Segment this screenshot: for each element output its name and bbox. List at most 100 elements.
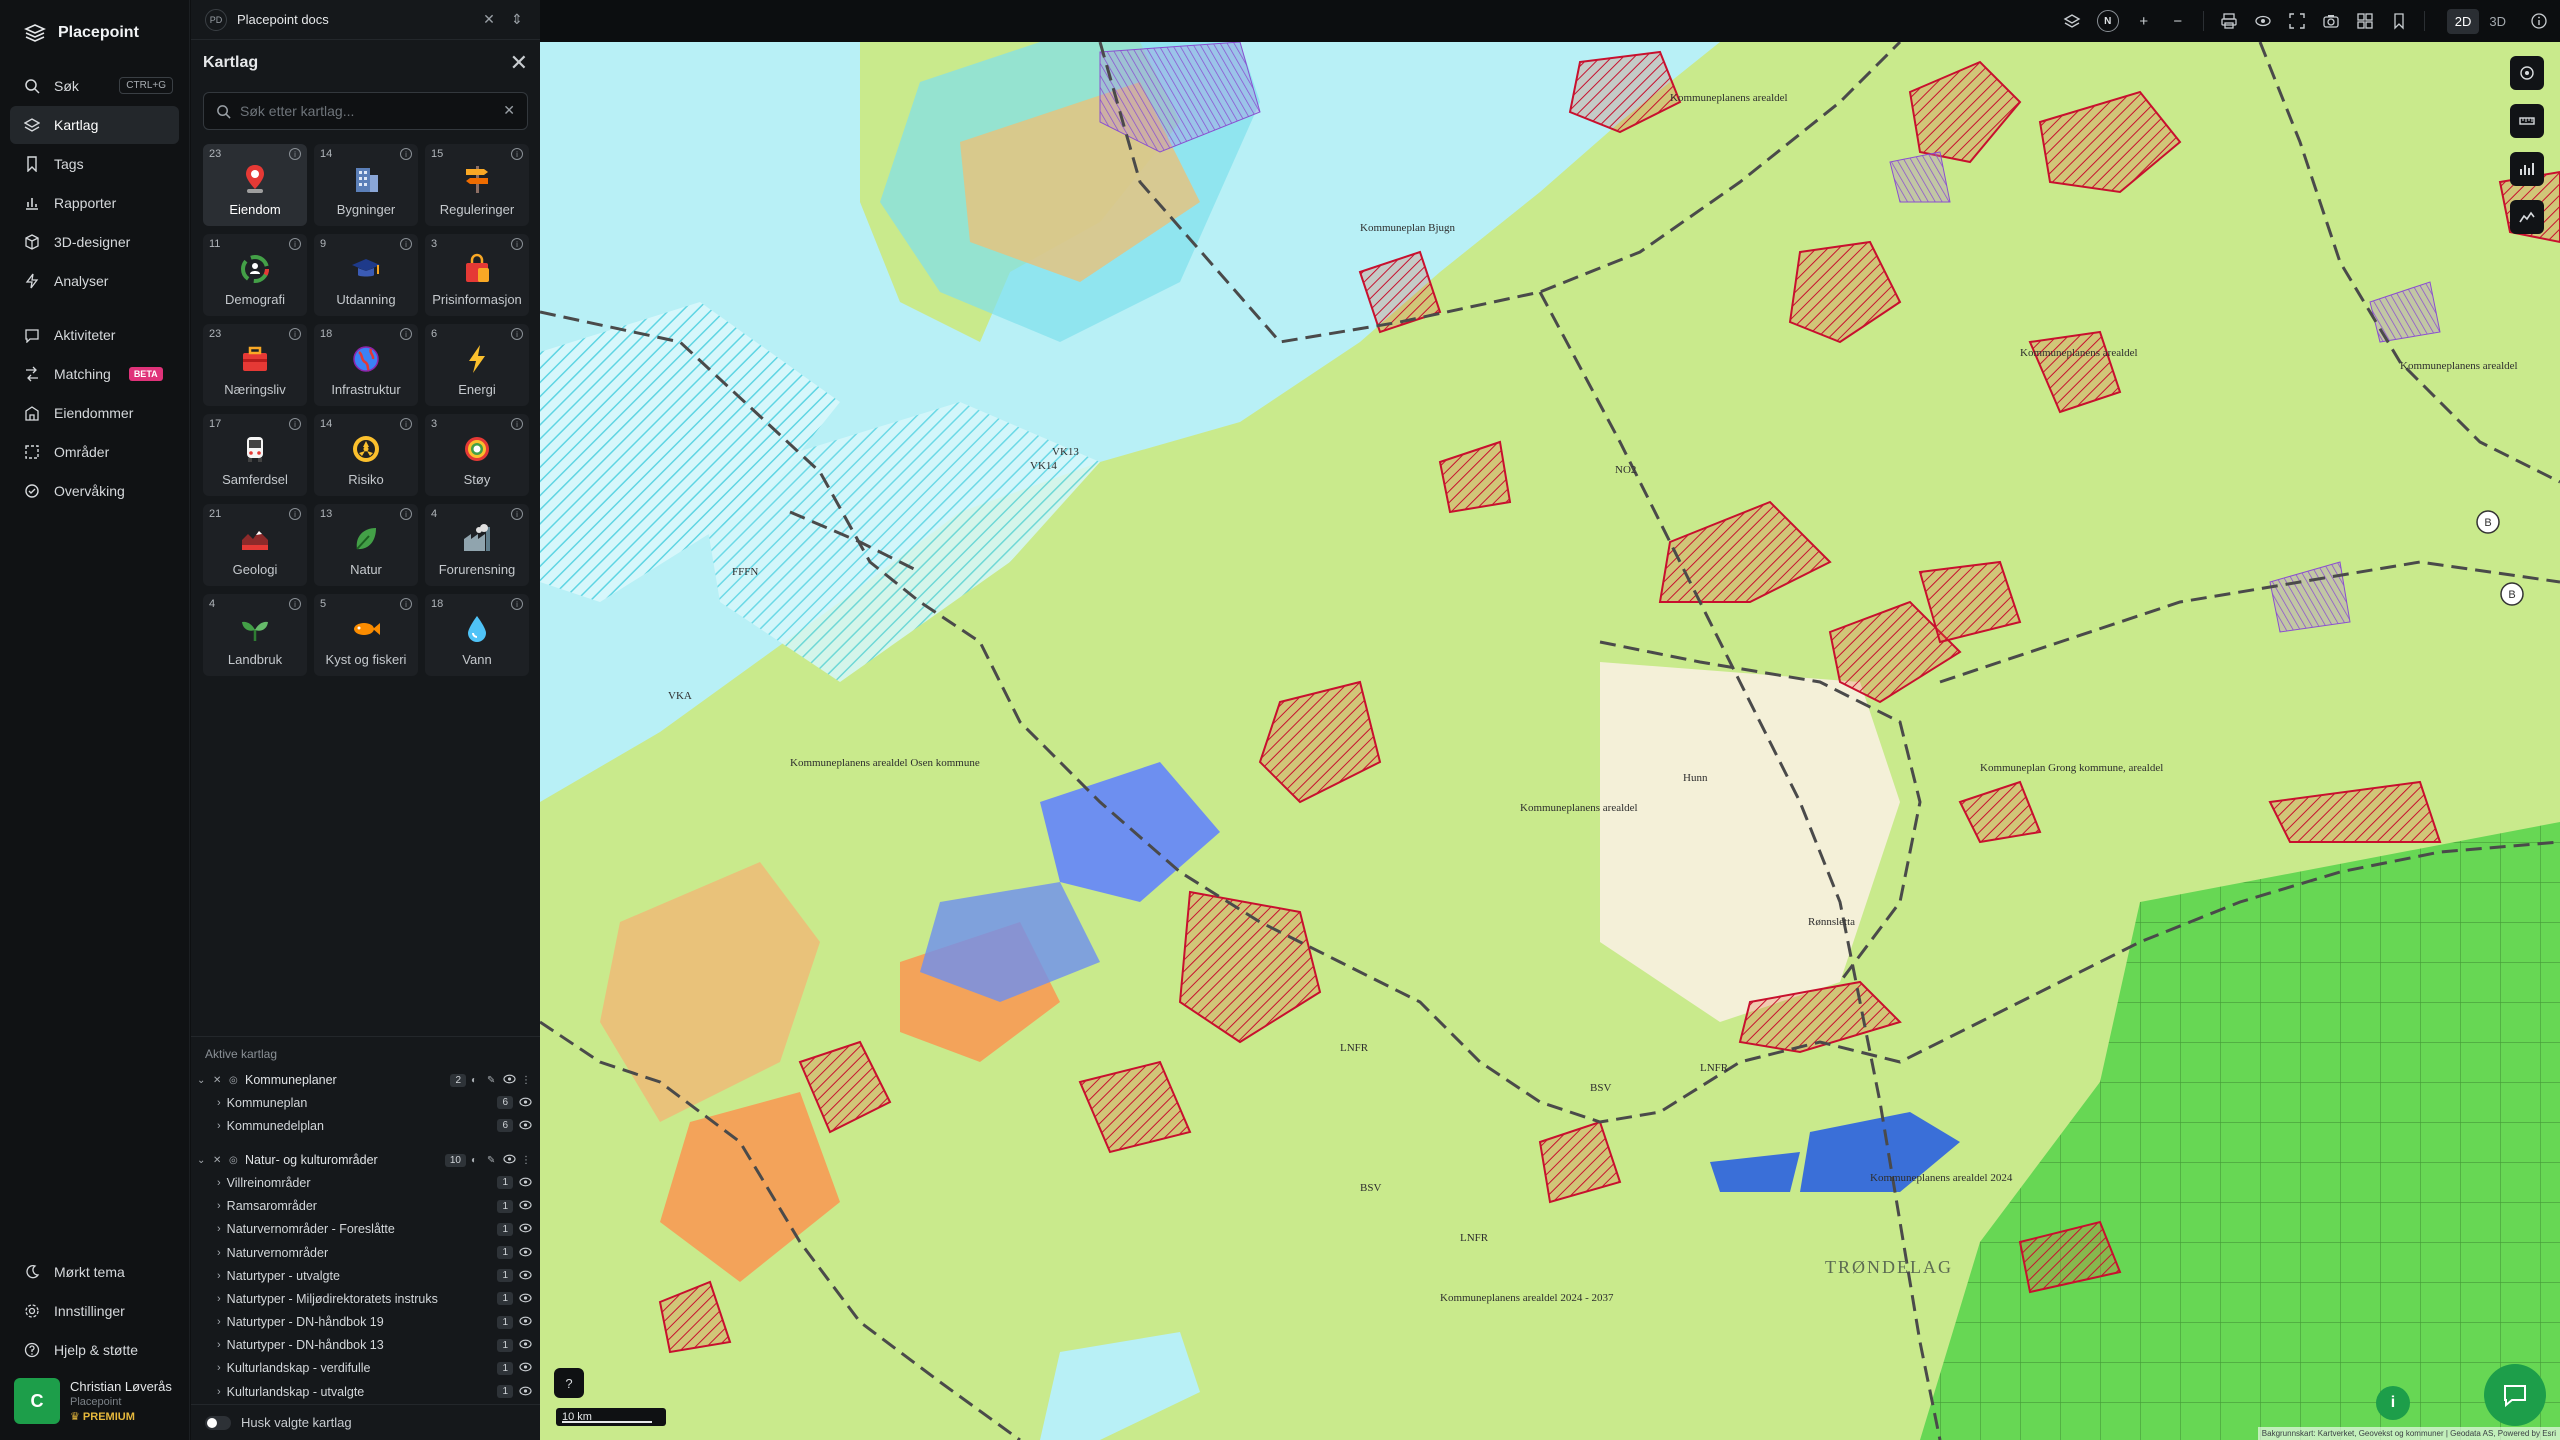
info-icon[interactable]: i: [511, 418, 523, 430]
info-icon[interactable]: i: [400, 508, 412, 520]
visibility-eye-icon[interactable]: [519, 1222, 532, 1236]
nav-item-aktiviteter[interactable]: Aktiviteter: [10, 316, 179, 354]
chevron-right-icon[interactable]: ›: [217, 1223, 221, 1235]
category-tile-infrastruktur[interactable]: 18 i Infrastruktur: [314, 324, 418, 406]
ruler-tool-button[interactable]: [2510, 104, 2544, 138]
layers-stack-icon[interactable]: [2063, 12, 2081, 30]
mode-3d-button[interactable]: 3D: [2481, 9, 2514, 34]
zoom-in-icon[interactable]: +: [2135, 12, 2153, 30]
category-tile-kyst-og-fiskeri[interactable]: 5 i Kyst og fiskeri: [314, 594, 418, 676]
layer-row[interactable]: › Naturvernområder - Foreslåtte 1: [191, 1218, 540, 1241]
remove-icon[interactable]: ✕: [213, 1155, 224, 1166]
opacity-icon[interactable]: ◐: [471, 1155, 482, 1166]
zoom-out-icon[interactable]: −: [2169, 12, 2187, 30]
edit-icon[interactable]: ✎: [487, 1155, 498, 1166]
opacity-icon[interactable]: ◐: [471, 1075, 482, 1086]
visibility-eye-icon[interactable]: [519, 1199, 532, 1213]
category-tile-forurensning[interactable]: 4 i Forurensning: [425, 504, 529, 586]
layer-row[interactable]: › Kulturlandskap - verdifulle 1: [191, 1357, 540, 1380]
category-tile-vann[interactable]: 18 i Vann: [425, 594, 529, 676]
layer-row[interactable]: › Kommuneplan 6: [191, 1091, 540, 1114]
category-tile-eiendom[interactable]: 23 i Eiendom: [203, 144, 307, 226]
info-icon[interactable]: i: [400, 418, 412, 430]
category-tile-samferdsel[interactable]: 17 i Samferdsel: [203, 414, 307, 496]
info-icon[interactable]: i: [289, 508, 301, 520]
layer-row[interactable]: › Naturtyper - DN-håndbok 13 1: [191, 1334, 540, 1357]
layer-row[interactable]: › Kommunedelplan 6: [191, 1114, 540, 1137]
chart-tool-button[interactable]: [2510, 152, 2544, 186]
chat-button[interactable]: [2484, 1364, 2546, 1426]
nav-item-matching[interactable]: Matching BETA: [10, 355, 179, 393]
compass-button[interactable]: N: [2096, 10, 2119, 32]
category-tile-energi[interactable]: 6 i Energi: [425, 324, 529, 406]
category-tile-demografi[interactable]: 11 i Demografi: [203, 234, 307, 316]
info-icon[interactable]: i: [400, 238, 412, 250]
info-icon[interactable]: i: [289, 418, 301, 430]
layer-row[interactable]: › Naturtyper - Miljødirektoratets instruk…: [191, 1287, 540, 1310]
camera-icon[interactable]: [2322, 12, 2340, 30]
info-circle-icon[interactable]: [2530, 12, 2548, 30]
chevron-down-icon[interactable]: ⌄: [197, 1155, 208, 1166]
chevron-right-icon[interactable]: ›: [217, 1293, 221, 1305]
nav-item-3d-designer[interactable]: 3D-designer: [10, 223, 179, 261]
visibility-eye-icon[interactable]: [519, 1269, 532, 1283]
eye-icon[interactable]: [2254, 12, 2272, 30]
more-options-icon[interactable]: ⋮: [521, 1075, 532, 1086]
expand-collapse-icon[interactable]: ⇕: [508, 11, 526, 28]
chevron-right-icon[interactable]: ›: [217, 1339, 221, 1351]
visibility-eye-icon[interactable]: [519, 1096, 532, 1110]
remember-toggle[interactable]: [205, 1415, 231, 1430]
nav-item-analyser[interactable]: Analyser: [10, 262, 179, 300]
visibility-eye-icon[interactable]: [519, 1119, 532, 1133]
visibility-eye-icon[interactable]: [519, 1385, 532, 1399]
measure-tool-button[interactable]: [2510, 56, 2544, 90]
layer-row[interactable]: › Naturtyper - utvalgte 1: [191, 1264, 540, 1287]
map-canvas[interactable]: B B Kommuneplanens arealdel Kommuneplan B…: [540, 42, 2560, 1440]
visibility-eye-icon[interactable]: [519, 1246, 532, 1260]
chevron-right-icon[interactable]: ›: [217, 1247, 221, 1259]
category-tile-bygninger[interactable]: 14 i Bygninger: [314, 144, 418, 226]
info-icon[interactable]: i: [511, 148, 523, 160]
layer-group[interactable]: ⌄ ✕ ◎ Natur- og kulturområder 10 ◐ ✎ ⋮: [191, 1149, 540, 1171]
info-icon[interactable]: i: [511, 598, 523, 610]
visibility-eye-icon[interactable]: [519, 1292, 532, 1306]
nav-item-rapporter[interactable]: Rapporter: [10, 184, 179, 222]
info-button[interactable]: i: [2376, 1386, 2410, 1420]
category-tile-natur[interactable]: 13 i Natur: [314, 504, 418, 586]
visibility-eye-icon[interactable]: [519, 1176, 532, 1190]
user-profile[interactable]: C Christian Løverås Placepoint ♛ PREMIUM: [14, 1378, 172, 1424]
category-tile-geologi[interactable]: 21 i Geologi: [203, 504, 307, 586]
layer-row[interactable]: › Ramsarområder 1: [191, 1195, 540, 1218]
layer-row[interactable]: › Kulturlandskap - utvalgte 1: [191, 1380, 540, 1403]
visibility-eye-icon[interactable]: [519, 1315, 532, 1329]
grid-view-icon[interactable]: [2356, 12, 2374, 30]
category-tile-støy[interactable]: 3 i Støy: [425, 414, 529, 496]
info-icon[interactable]: i: [511, 328, 523, 340]
category-tile-landbruk[interactable]: 4 i Landbruk: [203, 594, 307, 676]
category-tile-reguleringer[interactable]: 15 i Reguleringer: [425, 144, 529, 226]
mode-2d-button[interactable]: 2D: [2446, 8, 2480, 34]
nav-item-mørkt-tema[interactable]: Mørkt tema: [10, 1253, 180, 1291]
info-icon[interactable]: i: [511, 238, 523, 250]
brand[interactable]: Placepoint: [0, 0, 189, 66]
nav-item-eiendommer[interactable]: Eiendommer: [10, 394, 179, 432]
nav-item-innstillinger[interactable]: Innstillinger: [10, 1292, 180, 1330]
info-icon[interactable]: i: [289, 238, 301, 250]
profile-tool-button[interactable]: [2510, 200, 2544, 234]
chevron-right-icon[interactable]: ›: [217, 1097, 221, 1109]
chevron-right-icon[interactable]: ›: [217, 1362, 221, 1374]
chevron-right-icon[interactable]: ›: [217, 1270, 221, 1282]
close-panel-icon[interactable]: ✕: [510, 50, 528, 76]
visibility-eye-icon[interactable]: [519, 1361, 532, 1375]
visibility-eye-icon[interactable]: [503, 1153, 516, 1167]
info-icon[interactable]: i: [400, 148, 412, 160]
nav-item-tags[interactable]: Tags: [10, 145, 179, 183]
chevron-right-icon[interactable]: ›: [217, 1200, 221, 1212]
info-icon[interactable]: i: [511, 508, 523, 520]
info-icon[interactable]: i: [400, 328, 412, 340]
clear-search-icon[interactable]: ✕: [503, 102, 515, 119]
doc-title[interactable]: Placepoint docs: [237, 12, 329, 27]
nav-item-hjelp-støtte[interactable]: Hjelp & støtte: [10, 1331, 180, 1369]
visibility-eye-icon[interactable]: [503, 1073, 516, 1087]
nav-item-kartlag[interactable]: Kartlag: [10, 106, 179, 144]
